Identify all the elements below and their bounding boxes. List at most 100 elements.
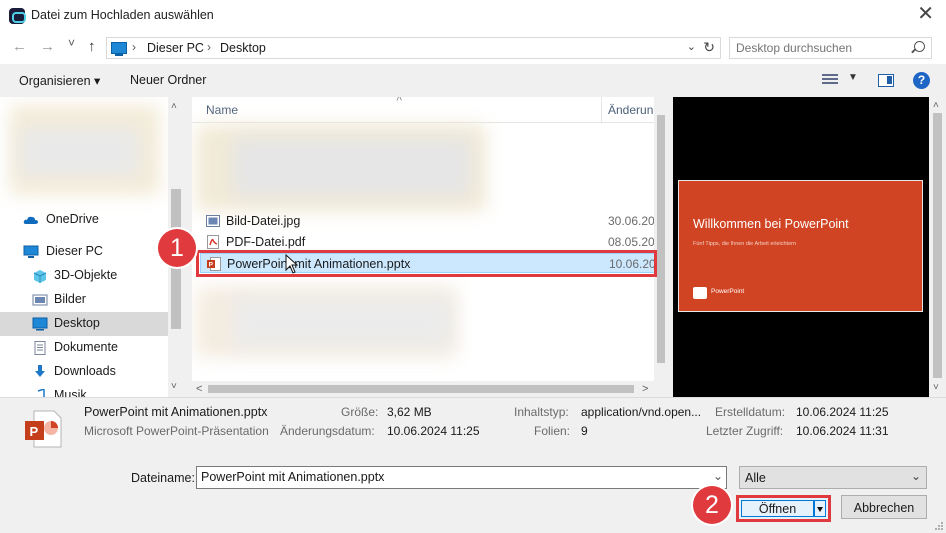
detail-slides-value: 9 (581, 424, 588, 438)
new-folder-button[interactable]: Neuer Ordner (130, 73, 206, 87)
preview-pane: Willkommen bei PowerPoint Fünf Tipps, di… (673, 97, 929, 397)
powerpoint-logo-icon (693, 287, 707, 299)
search-box[interactable] (729, 37, 932, 59)
navigation-pane: OneDrive Dieser PC 3D-Objekte Bilder Des… (0, 97, 184, 397)
sidebar-item-label: 3D-Objekte (54, 268, 118, 282)
file-type-value: Alle (745, 471, 766, 485)
sidebar-item-3d-objekte[interactable]: 3D-Objekte (0, 264, 168, 288)
refresh-icon[interactable]: ↻ (703, 39, 715, 56)
column-header-name[interactable]: Name (206, 103, 238, 117)
file-list-horizontal-scrollbar[interactable]: < > (192, 381, 668, 397)
column-header-row: ˄ Name Änderun (192, 97, 668, 123)
sidebar-item-onedrive[interactable]: OneDrive (0, 208, 168, 232)
preview-pane-icon[interactable] (878, 74, 894, 87)
scroll-right-icon[interactable]: > (642, 383, 648, 395)
forward-icon[interactable]: → (40, 38, 55, 55)
detail-size-value: 3,62 MB (387, 405, 432, 419)
column-header-modified[interactable]: Änderun (608, 103, 653, 117)
detail-created-label: Erstelldatum: (715, 405, 786, 419)
file-row[interactable]: Bild-Datei.jpg 30.06.2024 (200, 211, 668, 231)
recent-locations-icon[interactable]: ˅ (68, 36, 75, 50)
cancel-button[interactable]: Abbrechen (841, 495, 927, 519)
scrollbar-thumb[interactable] (933, 113, 942, 378)
music-icon (37, 389, 45, 397)
scrollbar-thumb[interactable] (657, 115, 665, 363)
detail-file-type: Microsoft PowerPoint-Präsentation (84, 424, 269, 438)
filename-input[interactable] (201, 470, 701, 484)
open-options-dropdown[interactable] (814, 500, 826, 517)
blurred-quick-access (20, 127, 140, 177)
sidebar-item-label: Musik (54, 388, 87, 397)
annotation-badge-1: 1 (158, 229, 196, 267)
scrollbar-thumb[interactable] (208, 385, 634, 393)
documents-icon (34, 341, 46, 355)
sidebar-item-label: Dieser PC (46, 244, 103, 258)
scroll-up-icon[interactable]: ˄ (171, 101, 177, 112)
cloud-icon (23, 216, 38, 224)
search-input[interactable] (736, 41, 906, 55)
close-icon[interactable]: ✕ (917, 4, 934, 24)
open-button-highlight: Öffnen (736, 495, 831, 522)
svg-text:P: P (30, 424, 39, 439)
computer-icon (23, 245, 39, 258)
scroll-left-icon[interactable]: < (196, 383, 202, 395)
sidebar-item-label: Desktop (54, 316, 100, 330)
detail-modified-label: Änderungsdatum: (280, 424, 375, 438)
sidebar-item-downloads[interactable]: Downloads (0, 360, 168, 384)
detail-file-name: PowerPoint mit Animationen.pptx (84, 405, 268, 419)
blurred-files (232, 297, 452, 347)
breadcrumb-desktop[interactable]: Desktop (220, 41, 266, 55)
chevron-down-icon[interactable]: ▼ (848, 72, 858, 83)
sidebar-item-desktop[interactable]: Desktop (0, 312, 168, 336)
file-name: PDF-Datei.pdf (226, 235, 306, 249)
open-button-label: Öffnen (758, 502, 797, 516)
file-row[interactable]: PDF-Datei.pdf 08.05.2024 (200, 232, 668, 252)
file-list: ˄ Name Änderun Bild-Datei.jpg 30.06.2024… (192, 97, 668, 397)
sidebar-item-dieser-pc[interactable]: Dieser PC (0, 240, 168, 264)
sidebar-item-musik[interactable]: Musik (0, 384, 168, 397)
column-divider[interactable] (601, 97, 602, 123)
sidebar-item-label: Downloads (54, 364, 116, 378)
slide-preview: Willkommen bei PowerPoint Fünf Tipps, di… (678, 180, 923, 312)
help-icon[interactable]: ? (913, 72, 930, 89)
computer-icon (111, 42, 127, 56)
preview-scrollbar[interactable]: ˄ ˅ (929, 97, 946, 397)
annotation-highlight-file (196, 250, 657, 277)
window-title: Datei zum Hochladen auswählen (31, 8, 214, 22)
detail-size-label: Größe: (341, 405, 379, 419)
mouse-cursor-icon (285, 254, 299, 274)
view-options-icon[interactable] (822, 74, 838, 86)
chevron-down-icon[interactable]: ⌄ (687, 40, 696, 53)
filename-combobox[interactable]: ⌄ (196, 466, 727, 489)
organize-button[interactable]: Organisieren ▾ (19, 73, 100, 88)
title-bar: Datei zum Hochladen auswählen ✕ (0, 0, 946, 32)
scroll-down-icon[interactable]: ˅ (933, 382, 939, 393)
detail-created-value: 10.06.2024 11:25 (796, 405, 889, 419)
scroll-down-icon[interactable]: ˅ (171, 381, 177, 392)
detail-slides-label: Folien: (534, 424, 571, 438)
address-bar[interactable]: › Dieser PC › Desktop ⌄ ↻ (106, 37, 721, 59)
open-button[interactable]: Öffnen (741, 500, 814, 517)
detail-content-type-value: application/vnd.open... (581, 405, 702, 419)
detail-last-access-label: Letzter Zugriff: (706, 424, 784, 438)
sidebar-item-dokumente[interactable]: Dokumente (0, 336, 168, 360)
file-list-vertical-scrollbar[interactable] (654, 97, 668, 381)
detail-content-type-label: Inhaltstyp: (514, 405, 569, 419)
breadcrumb-separator-icon: › (207, 40, 211, 54)
chevron-down-icon[interactable]: ⌄ (713, 469, 723, 483)
slide-subtitle: Fünf Tipps, die Ihnen die Arbeit erleich… (693, 241, 797, 247)
up-folder-icon[interactable]: ↑ (88, 38, 96, 55)
file-name: Bild-Datei.jpg (226, 214, 301, 228)
search-icon[interactable] (914, 41, 925, 52)
sidebar-item-bilder[interactable]: Bilder (0, 288, 168, 312)
file-type-select[interactable]: Alle ⌄ (739, 466, 927, 489)
breadcrumb-dieser-pc[interactable]: Dieser PC (147, 41, 204, 55)
scroll-up-icon[interactable]: ˄ (933, 100, 939, 111)
sidebar-item-label: OneDrive (46, 212, 99, 226)
breadcrumb-separator-icon: › (132, 40, 136, 54)
download-icon (35, 365, 45, 377)
filename-label: Dateiname: (131, 471, 195, 485)
desktop-icon (32, 317, 48, 331)
resize-grip-icon[interactable] (934, 521, 944, 531)
back-icon[interactable]: ← (12, 38, 27, 55)
